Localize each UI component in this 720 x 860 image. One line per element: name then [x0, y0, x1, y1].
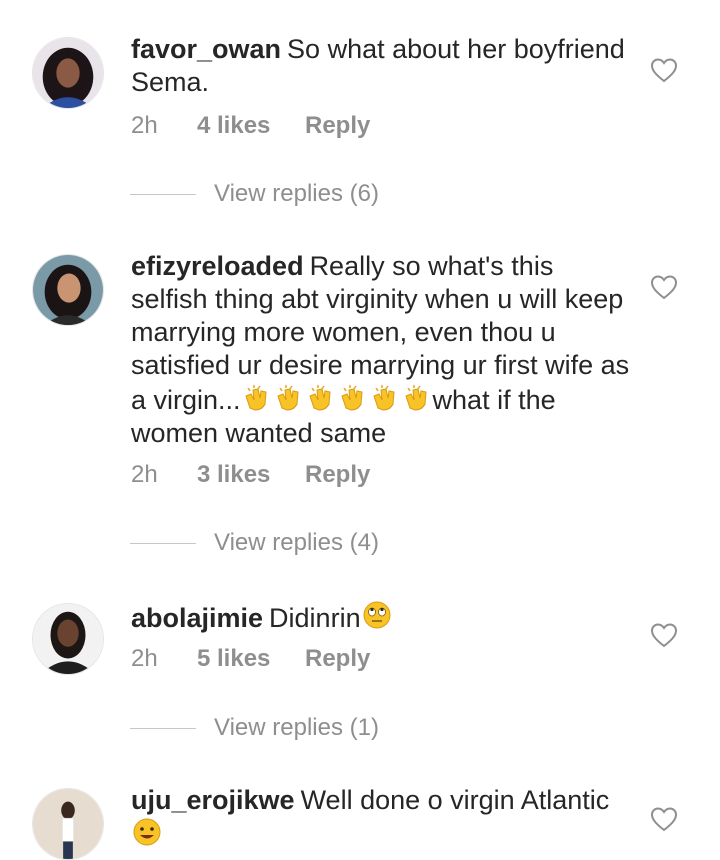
divider-line	[130, 727, 196, 729]
eye-roll-face-icon	[363, 601, 391, 629]
comment-text: efizyreloaded Really so what's this selfi…	[131, 250, 631, 450]
divider-line	[130, 193, 196, 195]
view-replies-label: View replies (6)	[214, 180, 379, 207]
view-replies-button[interactable]: View replies (4)	[130, 528, 379, 558]
grinning-face-icon	[133, 818, 161, 846]
heart-outline-icon[interactable]	[650, 806, 678, 832]
comment-username[interactable]: abolajimie	[131, 603, 263, 633]
comment-time: 2h	[131, 645, 158, 672]
reply-button[interactable]: Reply	[305, 112, 370, 140]
reply-button[interactable]: Reply	[305, 645, 370, 673]
comment-likes[interactable]: 4 likes	[197, 112, 305, 140]
comment-text: favor_owan So what about her boyfriend Se…	[131, 33, 631, 99]
view-replies-label: View replies (4)	[214, 529, 379, 556]
comment-meta: 2h 5 likes Reply	[131, 644, 370, 674]
comment-likes[interactable]: 3 likes	[197, 461, 305, 489]
avatar[interactable]	[32, 254, 104, 326]
comment-likes[interactable]: 5 likes	[197, 645, 305, 673]
avatar[interactable]	[32, 37, 104, 109]
comment-time: 2h	[131, 461, 158, 488]
heart-outline-icon[interactable]	[650, 57, 678, 83]
comment-text: uju_erojikwe Well done o virgin Atlantic	[131, 784, 631, 852]
divider-line	[130, 542, 196, 544]
clap-emoji	[372, 385, 395, 411]
heart-outline-icon[interactable]	[650, 622, 678, 648]
view-replies-button[interactable]: View replies (1)	[130, 713, 379, 743]
reply-button[interactable]: Reply	[305, 461, 370, 489]
clap-emoji	[404, 385, 427, 411]
avatar[interactable]	[32, 788, 104, 860]
comment-meta: 2h 3 likes Reply	[131, 460, 370, 490]
comment-meta: 2h 4 likes Reply	[131, 111, 370, 141]
comment-time: 2h	[131, 112, 158, 139]
avatar[interactable]	[32, 603, 104, 675]
view-replies-label: View replies (1)	[214, 714, 379, 741]
heart-outline-icon[interactable]	[650, 274, 678, 300]
clap-emoji	[276, 385, 299, 411]
clap-emoji-row	[241, 385, 433, 415]
comment-username[interactable]: efizyreloaded	[131, 251, 304, 281]
view-replies-button[interactable]: View replies (6)	[130, 179, 379, 209]
comment-text: abolajimie Didinrin	[131, 600, 631, 635]
comment-body: Didinrin	[269, 603, 361, 633]
comment-body: Well done o virgin Atlantic	[300, 785, 610, 815]
clap-emoji	[308, 385, 331, 411]
clap-emoji	[340, 385, 363, 411]
clap-emoji	[244, 385, 267, 411]
comment-username[interactable]: uju_erojikwe	[131, 785, 295, 815]
comment-username[interactable]: favor_owan	[131, 34, 281, 64]
